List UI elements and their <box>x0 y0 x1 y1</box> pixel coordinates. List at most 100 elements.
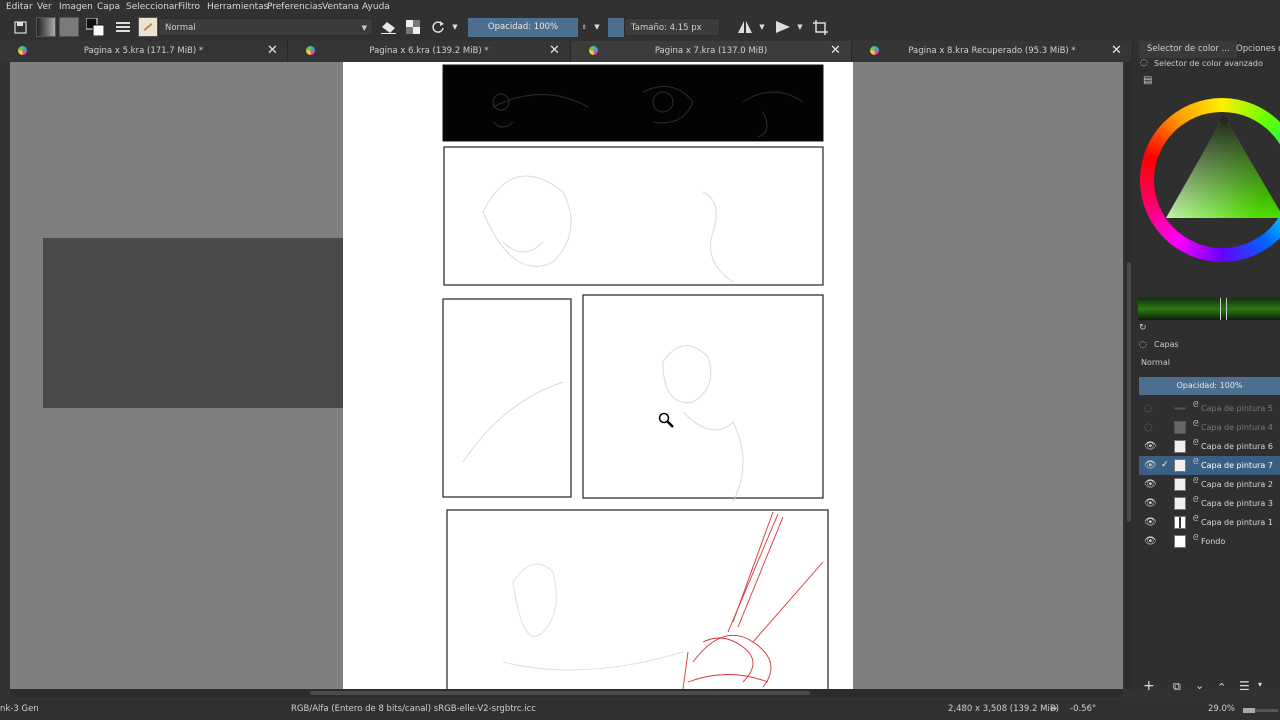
layer-thumbnail <box>1174 497 1186 510</box>
color-history-strip[interactable] <box>1138 298 1280 320</box>
opacity-spin-icon[interactable]: ⇕ <box>580 17 588 37</box>
alpha-lock-icon[interactable] <box>403 17 423 37</box>
tab-pagina-6[interactable]: Pagina x 6.kra (139.2 MiB) * ✕ <box>288 41 571 62</box>
color-profile-info: RGB/Alfa (Entero de 8 bits/canal) sRGB-e… <box>291 704 536 714</box>
eye-icon[interactable]: 👁 <box>1144 479 1157 490</box>
foreground-background-color-icon[interactable] <box>85 17 105 37</box>
layer-row[interactable]: ◌ ᘓ Capa de pintura 4 <box>1139 418 1280 437</box>
layer-name: Capa de pintura 2 <box>1201 480 1273 489</box>
duplicate-layer-icon[interactable]: ⧉ <box>1173 680 1181 694</box>
menu-preferencias[interactable]: Preferencias <box>267 2 322 12</box>
menu-ventana[interactable]: Ventana <box>322 2 359 12</box>
tab-color-selector[interactable]: Selector de color ... <box>1139 41 1237 58</box>
menu-imagen[interactable]: Imagen <box>59 2 93 12</box>
close-icon[interactable]: ✕ <box>267 43 278 58</box>
layer-thumbnail <box>1174 535 1186 548</box>
visibility-off-icon[interactable]: ◌ <box>1144 403 1153 414</box>
tab-label: Opciones de <box>1236 44 1280 54</box>
layer-thumbnail <box>1174 407 1186 410</box>
saturation-triangle[interactable] <box>1138 98 1280 270</box>
layer-toolbar: + ⧉ ⌄ ⌃ ☰ ▾ <box>1139 678 1280 696</box>
paint-layer-icon: ᘓ <box>1193 438 1199 447</box>
close-icon[interactable]: ✕ <box>830 43 841 58</box>
scrollbar-thumb[interactable] <box>310 691 810 695</box>
blend-mode-dropdown[interactable]: Normal ▼ <box>158 18 373 36</box>
chevron-down-icon[interactable]: ▼ <box>592 17 602 37</box>
size-handle[interactable] <box>608 18 624 37</box>
menu-bar: Editar Ver Imagen Capa Seleccionar Filtr… <box>0 0 1280 14</box>
eye-icon[interactable]: 👁 <box>1144 441 1157 452</box>
eye-icon[interactable]: 👁 <box>1144 498 1157 509</box>
layer-opacity-slider[interactable]: Opacidad: 100% <box>1139 377 1280 395</box>
brush-settings-icon[interactable] <box>113 17 133 37</box>
reload-preset-icon[interactable] <box>428 17 448 37</box>
add-layer-icon[interactable]: + <box>1143 678 1155 694</box>
tab-pagina-8[interactable]: Pagina x 8.kra Recuperado (95.3 MiB) * ✕ <box>852 41 1133 62</box>
pattern-icon[interactable] <box>59 17 79 37</box>
tab-label: Pagina x 6.kra (139.2 MiB) * <box>369 46 489 56</box>
wrap-around-icon[interactable] <box>810 17 830 37</box>
layer-name: Capa de pintura 4 <box>1201 423 1273 432</box>
layer-properties-icon[interactable]: ☰ <box>1239 679 1250 693</box>
zoom-slider-handle[interactable] <box>1243 708 1255 713</box>
layer-name: Capa de pintura 1 <box>1201 518 1273 527</box>
layer-row[interactable]: 👁 ᘓ Fondo <box>1139 532 1280 551</box>
horizontal-scrollbar[interactable] <box>10 689 1123 697</box>
brush-preset-name: nk-3 Gen <box>0 704 39 714</box>
zoom-slider[interactable] <box>1243 708 1278 713</box>
layer-row[interactable]: ◌ ᘓ Capa de pintura 5 <box>1139 399 1280 418</box>
tab-pagina-5[interactable]: Pagina x 5.kra (171.7 MiB) * ✕ <box>0 41 288 62</box>
menu-seleccionar[interactable]: Seleccionar <box>126 2 178 12</box>
layer-blend-mode-dropdown[interactable]: Normal <box>1141 358 1170 367</box>
layer-row[interactable]: 👁 ᘓ Capa de pintura 1 <box>1139 513 1280 532</box>
menu-herramientas[interactable]: Herramientas <box>207 2 268 12</box>
dock-menu-icon[interactable]: ◌ <box>1140 58 1148 68</box>
brush-preset-icon[interactable] <box>138 17 158 37</box>
refresh-icon[interactable]: ↻ <box>1139 323 1147 333</box>
save-icon[interactable] <box>10 17 30 37</box>
menu-ayuda[interactable]: Ayuda <box>362 2 390 12</box>
document-page[interactable] <box>343 62 853 689</box>
vertical-scrollbar[interactable] <box>1125 62 1133 689</box>
settings-list-icon[interactable]: ▤ <box>1143 75 1152 86</box>
layer-row[interactable]: 👁 ᘓ Capa de pintura 3 <box>1139 494 1280 513</box>
scrollbar-thumb[interactable] <box>1127 262 1131 522</box>
mirror-vertical-icon[interactable] <box>773 17 793 37</box>
checkmark-icon: ✓ <box>1161 460 1169 470</box>
layer-row-selected[interactable]: 👁 ✓ ᘓ Capa de pintura 7 <box>1139 456 1280 475</box>
eye-icon[interactable]: 👁 <box>1144 460 1157 471</box>
menu-capa[interactable]: Capa <box>97 2 120 12</box>
chevron-down-icon[interactable]: ▾ <box>1258 680 1262 689</box>
size-slider[interactable]: Tamaño: 4.15 px <box>624 18 720 36</box>
opacity-slider[interactable]: Opacidad: 100% <box>468 18 578 37</box>
layer-name: Capa de pintura 6 <box>1201 442 1273 451</box>
chevron-down-icon[interactable]: ▼ <box>450 17 460 37</box>
color-wheel[interactable] <box>1138 98 1280 270</box>
chevron-down-icon[interactable]: ▼ <box>757 17 767 37</box>
tab-pagina-7[interactable]: Pagina x 7.kra (137.0 MiB) ✕ <box>571 41 852 62</box>
mirror-horizontal-icon[interactable] <box>735 17 755 37</box>
menu-filtro[interactable]: Filtro <box>178 2 200 12</box>
move-layer-down-icon[interactable]: ⌄ <box>1195 679 1204 692</box>
gradient-icon[interactable] <box>36 17 56 37</box>
menu-editar[interactable]: Editar <box>6 2 33 12</box>
close-icon[interactable]: ✕ <box>549 43 560 58</box>
layer-name: Capa de pintura 5 <box>1201 404 1273 413</box>
eye-icon[interactable]: 👁 <box>1144 536 1157 547</box>
layer-name: Fondo <box>1201 537 1226 546</box>
zoom-level[interactable]: 29.0% <box>1208 704 1235 714</box>
close-icon[interactable]: ✕ <box>1111 43 1122 58</box>
eraser-icon[interactable] <box>378 17 398 37</box>
tab-tool-options[interactable]: Opciones de <box>1234 41 1280 58</box>
visibility-off-icon[interactable]: ◌ <box>1144 422 1153 433</box>
rotation-value[interactable]: -0.56° <box>1070 704 1096 714</box>
layer-row[interactable]: 👁 ᘓ Capa de pintura 6 <box>1139 437 1280 456</box>
layer-row[interactable]: 👁 ᘓ Capa de pintura 2 <box>1139 475 1280 494</box>
tab-label: Selector de color ... <box>1147 44 1230 54</box>
move-layer-up-icon[interactable]: ⌃ <box>1217 681 1226 694</box>
tab-label: Pagina x 8.kra Recuperado (95.3 MiB) * <box>908 46 1076 56</box>
layer-name: Capa de pintura 7 <box>1201 461 1273 470</box>
eye-icon[interactable]: 👁 <box>1144 517 1157 528</box>
menu-ver[interactable]: Ver <box>37 2 52 12</box>
chevron-down-icon[interactable]: ▼ <box>795 17 805 37</box>
